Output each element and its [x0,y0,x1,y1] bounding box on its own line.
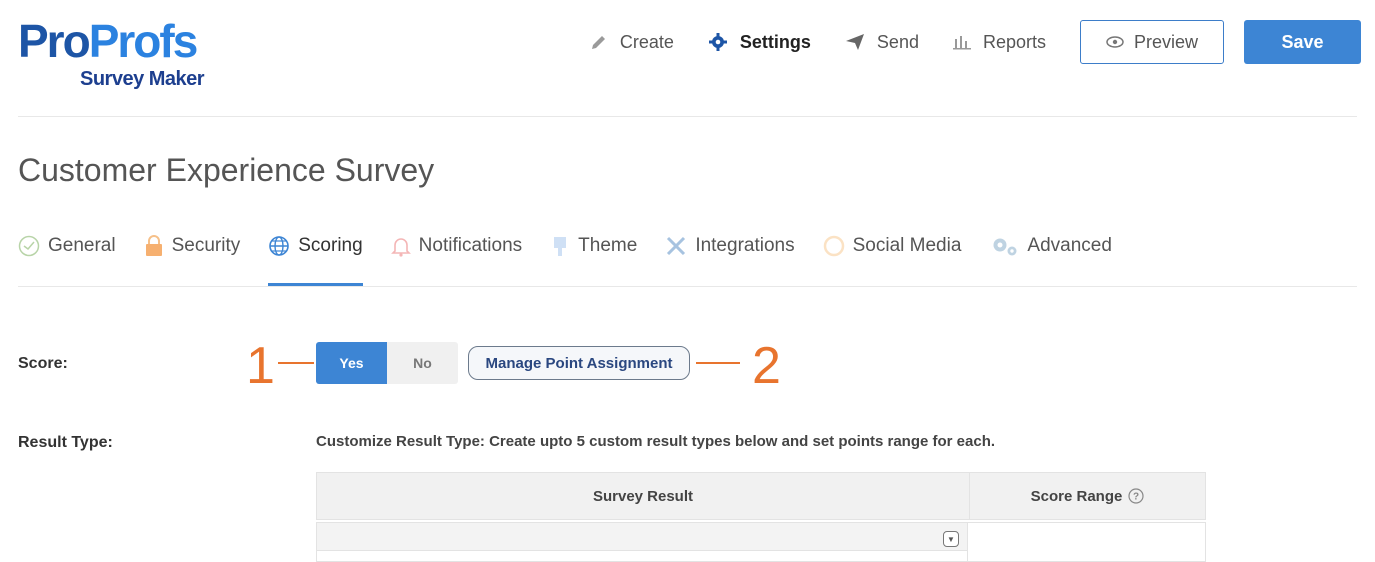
tab-social-media[interactable]: Social Media [823,228,962,264]
check-circle-icon [18,235,40,257]
tools-icon [665,235,687,257]
proprofs-logo[interactable]: ProProfs Survey Maker [18,18,248,93]
tab-general[interactable]: General [18,228,116,264]
score-no-option[interactable]: No [387,342,458,384]
gears-icon [989,235,1019,257]
globe-icon [268,235,290,257]
bar-chart-icon [952,34,971,50]
result-type-note: Customize Result Type: Create upto 5 cus… [316,433,996,450]
svg-text:?: ? [1133,492,1139,503]
top-navigation: Create Settings Send Reports Preview Sav… [590,20,1361,64]
callout-2: 2 [752,337,781,395]
nav-settings-label: Settings [739,31,811,52]
tab-integrations-label: Integrations [695,235,795,256]
header-divider [18,116,1357,117]
tab-advanced-label: Advanced [1027,235,1112,256]
nav-create-label: Create [619,31,674,52]
share-circle-icon [823,235,845,257]
manage-point-assignment-button[interactable]: Manage Point Assignment [468,346,690,380]
nav-reports-label: Reports [982,31,1046,52]
save-button[interactable]: Save [1244,20,1361,64]
result-types-table: Survey Result Score Range ? ▼ [316,472,1206,562]
score-range-cell[interactable] [968,522,1206,562]
logo-text-pro: Pro [18,15,91,67]
table-row: ▼ [316,522,1206,562]
tabs-divider [18,286,1357,287]
column-survey-result: Survey Result [317,473,970,519]
callout-2-line [696,362,740,364]
dropdown-icon[interactable]: ▼ [943,531,959,547]
tab-security[interactable]: Security [144,228,241,264]
page-title: Customer Experience Survey [18,152,435,188]
logo-subtitle: Survey Maker [80,68,205,90]
tab-theme-label: Theme [578,235,638,256]
score-label: Score: [18,355,68,372]
settings-tabs: General Security Scoring Notifications T… [18,228,1140,286]
gear-icon [708,32,728,52]
tab-social-media-label: Social Media [852,235,962,256]
tab-notifications[interactable]: Notifications [390,228,523,264]
column-score-range: Score Range ? [970,473,1205,519]
survey-result-cell[interactable]: ▼ [316,522,968,562]
tab-notifications-label: Notifications [418,235,523,256]
tab-advanced[interactable]: Advanced [989,228,1112,264]
nav-create[interactable]: Create [590,32,674,53]
tab-general-label: General [48,235,116,256]
logo-text-profs: Profs [88,15,199,67]
eye-icon [1106,36,1124,48]
paint-brush-icon [550,235,570,257]
preview-button-label: Preview [1133,31,1199,52]
lock-icon [144,235,164,257]
pencil-icon [590,33,608,51]
callout-1: 1 [246,337,275,395]
tab-integrations[interactable]: Integrations [665,228,795,264]
tab-scoring[interactable]: Scoring [268,228,364,286]
nav-reports[interactable]: Reports [952,31,1046,53]
bell-icon [390,235,411,257]
column-score-range-label: Score Range [1030,487,1123,505]
score-toggle: Yes No [316,342,458,384]
table-header: Survey Result Score Range ? [316,472,1206,520]
result-type-label: Result Type: [18,434,113,451]
nav-send-label: Send [876,31,919,52]
tab-scoring-label: Scoring [298,235,363,256]
score-yes-option[interactable]: Yes [316,342,387,384]
help-icon[interactable]: ? [1128,488,1144,504]
callout-1-line [278,362,314,364]
nav-settings[interactable]: Settings [708,32,811,53]
nav-send[interactable]: Send [845,32,919,53]
preview-button[interactable]: Preview [1080,20,1224,64]
tab-theme[interactable]: Theme [550,228,637,264]
tab-security-label: Security [171,235,241,256]
paper-plane-icon [845,33,865,51]
